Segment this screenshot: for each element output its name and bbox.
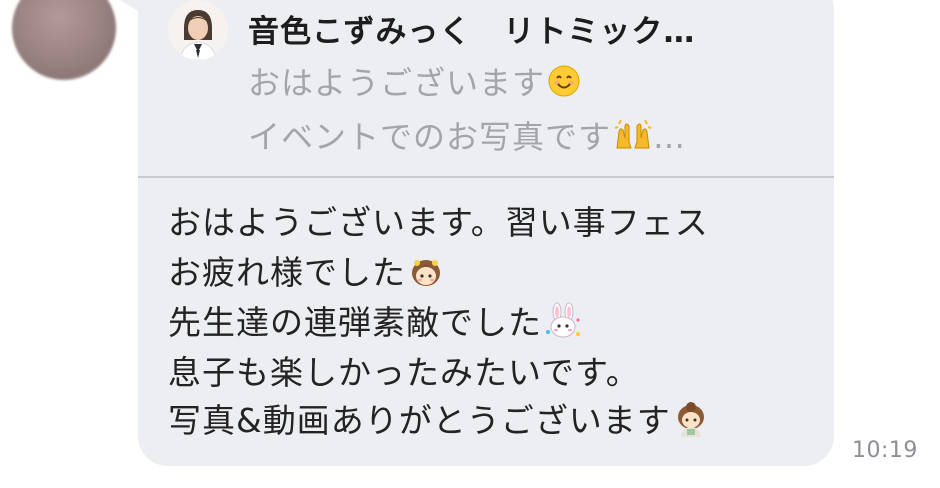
quote-preview-line-1: おはようございます: [248, 58, 581, 106]
girl-sticker-emoji-2-icon: [673, 401, 709, 445]
smiling-face-emoji-icon: [547, 64, 581, 106]
quote-line2-text: イベントでのお写真です: [248, 118, 612, 156]
message-body-line-5: 写真&動画ありがとうございます: [168, 394, 709, 445]
message-body-line-5-text: 写真&動画ありがとうございます: [168, 401, 671, 440]
quote-line2-ellipsis: …: [653, 118, 687, 156]
sender-avatar[interactable]: [12, 0, 116, 80]
message-bubble[interactable]: 音色こずみっく リトミック… おはようございます イベントでのお写真です … おは…: [138, 0, 834, 466]
raised-hands-emoji-icon: [613, 118, 653, 160]
quote-line1-text: おはようございます: [248, 64, 546, 102]
quote-avatar: [168, 0, 228, 60]
message-body-line-3: 先生達の連弾素敵でした: [168, 296, 582, 348]
girl-sticker-emoji-icon: [408, 253, 444, 297]
quote-preview-line-2: イベントでのお写真です …: [248, 112, 686, 160]
message-body-line-2: お疲れ様でした: [168, 246, 444, 297]
quote-sender-name: 音色こずみっく リトミック…: [248, 14, 696, 50]
message-body-line-3-text: 先生達の連弾素敵でした: [168, 303, 542, 342]
quote-divider: [138, 176, 834, 178]
chat-view: 音色こずみっく リトミック… おはようございます イベントでのお写真です … おは…: [0, 0, 940, 488]
message-timestamp: 10:19: [852, 438, 918, 463]
message-body-line-2-text: お疲れ様でした: [168, 253, 406, 292]
message-body-line-1: おはようございます。習い事フェス: [168, 203, 709, 242]
bunny-sticker-emoji-icon: [544, 302, 582, 348]
message-body-line-4: 息子も楽しかったみたいです。: [168, 353, 640, 392]
quoted-message[interactable]: 音色こずみっく リトミック… おはようございます イベントでのお写真です …: [138, 0, 834, 158]
